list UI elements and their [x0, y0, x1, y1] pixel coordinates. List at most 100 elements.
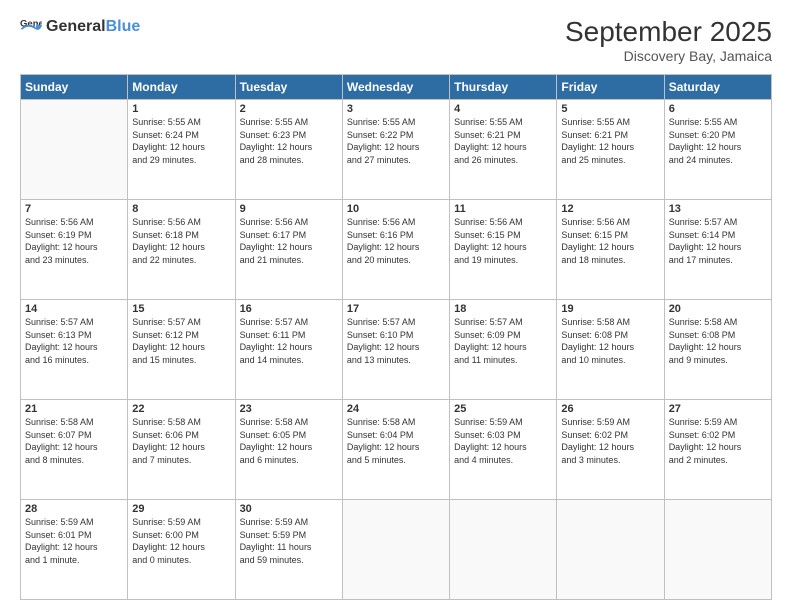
table-row: 15Sunrise: 5:57 AM Sunset: 6:12 PM Dayli…: [128, 300, 235, 400]
day-info: Sunrise: 5:57 AM Sunset: 6:09 PM Dayligh…: [454, 316, 552, 366]
day-number: 13: [669, 203, 767, 215]
day-number: 16: [240, 303, 338, 315]
table-row: 19Sunrise: 5:58 AM Sunset: 6:08 PM Dayli…: [557, 300, 664, 400]
table-row: 17Sunrise: 5:57 AM Sunset: 6:10 PM Dayli…: [342, 300, 449, 400]
day-info: Sunrise: 5:55 AM Sunset: 6:20 PM Dayligh…: [669, 116, 767, 166]
table-row: [664, 500, 771, 600]
header-friday: Friday: [557, 75, 664, 100]
table-row: 4Sunrise: 5:55 AM Sunset: 6:21 PM Daylig…: [450, 100, 557, 200]
header: General GeneralBlue September 2025 Disco…: [20, 16, 772, 64]
table-row: 23Sunrise: 5:58 AM Sunset: 6:05 PM Dayli…: [235, 400, 342, 500]
day-info: Sunrise: 5:59 AM Sunset: 6:03 PM Dayligh…: [454, 416, 552, 466]
header-tuesday: Tuesday: [235, 75, 342, 100]
table-row: 20Sunrise: 5:58 AM Sunset: 6:08 PM Dayli…: [664, 300, 771, 400]
day-info: Sunrise: 5:57 AM Sunset: 6:14 PM Dayligh…: [669, 216, 767, 266]
day-number: 8: [132, 203, 230, 215]
day-info: Sunrise: 5:56 AM Sunset: 6:19 PM Dayligh…: [25, 216, 123, 266]
day-number: 28: [25, 503, 123, 515]
header-monday: Monday: [128, 75, 235, 100]
day-number: 14: [25, 303, 123, 315]
day-number: 19: [561, 303, 659, 315]
day-info: Sunrise: 5:59 AM Sunset: 6:00 PM Dayligh…: [132, 516, 230, 566]
table-row: 9Sunrise: 5:56 AM Sunset: 6:17 PM Daylig…: [235, 200, 342, 300]
day-number: 25: [454, 403, 552, 415]
header-thursday: Thursday: [450, 75, 557, 100]
day-number: 6: [669, 103, 767, 115]
table-row: 2Sunrise: 5:55 AM Sunset: 6:23 PM Daylig…: [235, 100, 342, 200]
day-info: Sunrise: 5:56 AM Sunset: 6:15 PM Dayligh…: [561, 216, 659, 266]
table-row: 1Sunrise: 5:55 AM Sunset: 6:24 PM Daylig…: [128, 100, 235, 200]
header-sunday: Sunday: [21, 75, 128, 100]
day-info: Sunrise: 5:57 AM Sunset: 6:12 PM Dayligh…: [132, 316, 230, 366]
day-number: 21: [25, 403, 123, 415]
day-number: 17: [347, 303, 445, 315]
table-row: 11Sunrise: 5:56 AM Sunset: 6:15 PM Dayli…: [450, 200, 557, 300]
day-info: Sunrise: 5:55 AM Sunset: 6:22 PM Dayligh…: [347, 116, 445, 166]
day-info: Sunrise: 5:58 AM Sunset: 6:08 PM Dayligh…: [669, 316, 767, 366]
day-info: Sunrise: 5:58 AM Sunset: 6:07 PM Dayligh…: [25, 416, 123, 466]
table-row: 29Sunrise: 5:59 AM Sunset: 6:00 PM Dayli…: [128, 500, 235, 600]
day-info: Sunrise: 5:56 AM Sunset: 6:15 PM Dayligh…: [454, 216, 552, 266]
table-row: 28Sunrise: 5:59 AM Sunset: 6:01 PM Dayli…: [21, 500, 128, 600]
day-info: Sunrise: 5:56 AM Sunset: 6:17 PM Dayligh…: [240, 216, 338, 266]
table-row: 16Sunrise: 5:57 AM Sunset: 6:11 PM Dayli…: [235, 300, 342, 400]
day-number: 26: [561, 403, 659, 415]
day-number: 29: [132, 503, 230, 515]
calendar-header-row: Sunday Monday Tuesday Wednesday Thursday…: [21, 75, 772, 100]
table-row: 27Sunrise: 5:59 AM Sunset: 6:02 PM Dayli…: [664, 400, 771, 500]
day-number: 23: [240, 403, 338, 415]
day-number: 7: [25, 203, 123, 215]
location-subtitle: Discovery Bay, Jamaica: [565, 48, 772, 64]
day-number: 10: [347, 203, 445, 215]
calendar-week-row: 21Sunrise: 5:58 AM Sunset: 6:07 PM Dayli…: [21, 400, 772, 500]
table-row: 14Sunrise: 5:57 AM Sunset: 6:13 PM Dayli…: [21, 300, 128, 400]
month-title: September 2025: [565, 16, 772, 48]
day-info: Sunrise: 5:56 AM Sunset: 6:18 PM Dayligh…: [132, 216, 230, 266]
day-number: 2: [240, 103, 338, 115]
day-info: Sunrise: 5:58 AM Sunset: 6:05 PM Dayligh…: [240, 416, 338, 466]
day-info: Sunrise: 5:57 AM Sunset: 6:13 PM Dayligh…: [25, 316, 123, 366]
header-wednesday: Wednesday: [342, 75, 449, 100]
day-number: 18: [454, 303, 552, 315]
day-info: Sunrise: 5:57 AM Sunset: 6:10 PM Dayligh…: [347, 316, 445, 366]
day-number: 15: [132, 303, 230, 315]
table-row: 8Sunrise: 5:56 AM Sunset: 6:18 PM Daylig…: [128, 200, 235, 300]
day-number: 5: [561, 103, 659, 115]
logo-general: GeneralBlue: [46, 18, 140, 36]
table-row: 6Sunrise: 5:55 AM Sunset: 6:20 PM Daylig…: [664, 100, 771, 200]
table-row: 26Sunrise: 5:59 AM Sunset: 6:02 PM Dayli…: [557, 400, 664, 500]
table-row: [342, 500, 449, 600]
day-info: Sunrise: 5:58 AM Sunset: 6:08 PM Dayligh…: [561, 316, 659, 366]
day-number: 30: [240, 503, 338, 515]
day-info: Sunrise: 5:59 AM Sunset: 6:02 PM Dayligh…: [561, 416, 659, 466]
day-info: Sunrise: 5:56 AM Sunset: 6:16 PM Dayligh…: [347, 216, 445, 266]
table-row: [21, 100, 128, 200]
logo-icon: General: [20, 16, 42, 38]
day-number: 24: [347, 403, 445, 415]
day-number: 3: [347, 103, 445, 115]
table-row: 3Sunrise: 5:55 AM Sunset: 6:22 PM Daylig…: [342, 100, 449, 200]
calendar-week-row: 28Sunrise: 5:59 AM Sunset: 6:01 PM Dayli…: [21, 500, 772, 600]
table-row: 18Sunrise: 5:57 AM Sunset: 6:09 PM Dayli…: [450, 300, 557, 400]
day-number: 1: [132, 103, 230, 115]
day-info: Sunrise: 5:58 AM Sunset: 6:04 PM Dayligh…: [347, 416, 445, 466]
table-row: [557, 500, 664, 600]
day-number: 11: [454, 203, 552, 215]
table-row: 21Sunrise: 5:58 AM Sunset: 6:07 PM Dayli…: [21, 400, 128, 500]
table-row: 22Sunrise: 5:58 AM Sunset: 6:06 PM Dayli…: [128, 400, 235, 500]
day-info: Sunrise: 5:55 AM Sunset: 6:24 PM Dayligh…: [132, 116, 230, 166]
day-number: 9: [240, 203, 338, 215]
day-info: Sunrise: 5:55 AM Sunset: 6:21 PM Dayligh…: [561, 116, 659, 166]
table-row: 12Sunrise: 5:56 AM Sunset: 6:15 PM Dayli…: [557, 200, 664, 300]
table-row: [450, 500, 557, 600]
logo: General GeneralBlue: [20, 16, 140, 38]
calendar-table: Sunday Monday Tuesday Wednesday Thursday…: [20, 74, 772, 600]
table-row: 30Sunrise: 5:59 AM Sunset: 5:59 PM Dayli…: [235, 500, 342, 600]
table-row: 13Sunrise: 5:57 AM Sunset: 6:14 PM Dayli…: [664, 200, 771, 300]
day-number: 27: [669, 403, 767, 415]
day-info: Sunrise: 5:59 AM Sunset: 5:59 PM Dayligh…: [240, 516, 338, 566]
day-info: Sunrise: 5:55 AM Sunset: 6:21 PM Dayligh…: [454, 116, 552, 166]
day-number: 4: [454, 103, 552, 115]
table-row: 25Sunrise: 5:59 AM Sunset: 6:03 PM Dayli…: [450, 400, 557, 500]
day-info: Sunrise: 5:59 AM Sunset: 6:02 PM Dayligh…: [669, 416, 767, 466]
